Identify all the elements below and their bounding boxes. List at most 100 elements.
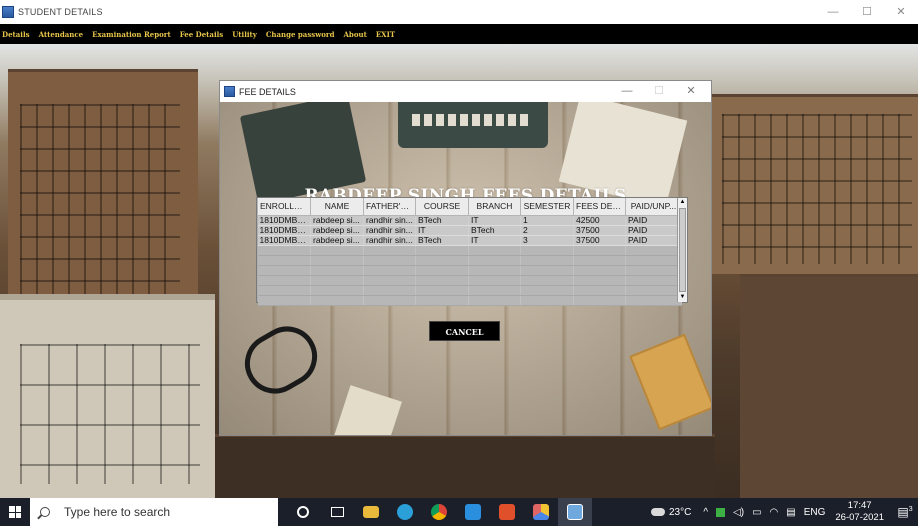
vscode-icon[interactable] bbox=[456, 498, 490, 526]
table-cell: 1 bbox=[520, 215, 574, 226]
table-row[interactable]: 1810DMB4... rabdeep si... randhir sin...… bbox=[257, 225, 682, 236]
table-row[interactable] bbox=[257, 285, 682, 296]
table-row[interactable]: 1810DMB4... rabdeep si... randhir sin...… bbox=[257, 215, 682, 226]
table-cell: IT bbox=[415, 225, 469, 236]
table-cell: randhir sin... bbox=[363, 225, 416, 236]
menu-change-password[interactable]: Change password bbox=[266, 30, 335, 39]
card-decoration bbox=[332, 385, 402, 435]
app-icon[interactable] bbox=[524, 498, 558, 526]
table-cell: PAID bbox=[625, 215, 682, 226]
menu-attendance[interactable]: Attendance bbox=[39, 30, 84, 39]
java-app-icon bbox=[2, 6, 14, 18]
java-app-taskbar-icon[interactable] bbox=[558, 498, 592, 526]
weather-widget[interactable]: 23°C bbox=[651, 507, 691, 518]
menu-examination-report[interactable]: Examination Report bbox=[92, 30, 171, 39]
table-header-row: ENROLLM... NAME FATHER'S ... COURSE BRAN… bbox=[257, 198, 682, 216]
table-cell: rabdeep si... bbox=[310, 225, 364, 236]
typewriter-decoration bbox=[398, 102, 548, 148]
clock-time: 17:47 bbox=[847, 500, 872, 511]
column-header[interactable]: BRANCH bbox=[468, 198, 521, 216]
chevron-up-icon[interactable]: ^ bbox=[703, 507, 708, 518]
menu-utility[interactable]: Utility bbox=[232, 30, 257, 39]
dialog-close-button[interactable]: ✕ bbox=[675, 81, 707, 102]
table-cell: 1810DMB4... bbox=[257, 215, 311, 226]
scroll-up-icon[interactable]: ▲ bbox=[678, 198, 687, 207]
table-cell: BTech bbox=[415, 215, 469, 226]
menu-details[interactable]: Details bbox=[2, 30, 30, 39]
column-header[interactable]: FEES DEP... bbox=[573, 198, 626, 216]
table-row[interactable]: 1810DMB4... rabdeep si... randhir sin...… bbox=[257, 235, 682, 246]
column-header[interactable]: COURSE bbox=[415, 198, 469, 216]
building-windows bbox=[20, 104, 180, 294]
table-cell: IT bbox=[468, 215, 521, 226]
main-window-title: STUDENT DETAILS bbox=[18, 7, 103, 17]
clock[interactable]: 17:47 26-07-2021 bbox=[835, 500, 884, 524]
java-app-icon bbox=[224, 86, 235, 97]
column-header[interactable]: NAME bbox=[310, 198, 364, 216]
table-cell: IT bbox=[468, 235, 521, 246]
table-row[interactable] bbox=[257, 255, 682, 266]
edge-icon[interactable] bbox=[388, 498, 422, 526]
start-button[interactable] bbox=[0, 498, 30, 526]
volume-icon[interactable]: ◁) bbox=[733, 507, 744, 518]
notebook-decoration bbox=[629, 333, 711, 431]
scroll-down-icon[interactable]: ▼ bbox=[678, 293, 687, 302]
maximize-button[interactable]: ☐ bbox=[850, 0, 884, 24]
system-tray: 23°C ^ ◁) ▭ ◠ ▤ ENG 17:47 26-07-2021 ▤3 bbox=[651, 498, 918, 526]
temperature: 23°C bbox=[669, 506, 692, 518]
table-cell: 1810DMB4... bbox=[257, 235, 311, 246]
menu-about[interactable]: About bbox=[344, 30, 367, 39]
table-cell: rabdeep si... bbox=[310, 235, 364, 246]
taskbar-search-box[interactable]: Type here to search bbox=[30, 498, 278, 526]
table-cell: BTech bbox=[415, 235, 469, 246]
cloud-icon bbox=[651, 508, 665, 516]
main-window-titlebar: STUDENT DETAILS — ☐ ✕ bbox=[0, 0, 918, 24]
dialog-title: FEE DETAILS bbox=[239, 86, 296, 97]
cancel-button[interactable]: CANCEL bbox=[429, 321, 500, 341]
task-view-icon[interactable] bbox=[320, 498, 354, 526]
column-header[interactable]: SEMESTER bbox=[520, 198, 574, 216]
chrome-icon[interactable] bbox=[422, 498, 456, 526]
column-header[interactable]: PAID/UNP... bbox=[625, 198, 682, 216]
menu-exit[interactable]: EXIT bbox=[376, 30, 395, 39]
app-tray-icon[interactable] bbox=[716, 507, 726, 517]
dialog-body: RABDEEP SINGH FEES DETAILS ENROLLM... NA… bbox=[220, 102, 711, 435]
taskbar: Type here to search 23°C ^ ◁) ▭ ◠ ▤ ENG … bbox=[0, 498, 918, 526]
building bbox=[215, 434, 715, 498]
battery-icon[interactable]: ▭ bbox=[752, 507, 761, 518]
fees-table[interactable]: ENROLLM... NAME FATHER'S ... COURSE BRAN… bbox=[256, 197, 688, 306]
table-row[interactable] bbox=[257, 295, 682, 306]
table-cell: 37500 bbox=[573, 235, 626, 246]
keyboard-icon[interactable]: ▤ bbox=[786, 507, 795, 518]
table-scrollbar[interactable]: ▲ ▼ bbox=[677, 198, 687, 302]
table-cell: rabdeep si... bbox=[310, 215, 364, 226]
table-cell: BTech bbox=[468, 225, 521, 236]
table-cell: PAID bbox=[625, 225, 682, 236]
fee-details-dialog: FEE DETAILS — ☐ ✕ RABDEEP SINGH FEES DET… bbox=[219, 80, 712, 436]
scrollbar-thumb[interactable] bbox=[679, 208, 686, 292]
building bbox=[740, 274, 918, 498]
column-header[interactable]: FATHER'S ... bbox=[363, 198, 416, 216]
table-row[interactable] bbox=[257, 265, 682, 276]
table-cell: PAID bbox=[625, 235, 682, 246]
wifi-icon[interactable]: ◠ bbox=[770, 507, 779, 518]
office-icon[interactable] bbox=[490, 498, 524, 526]
menu-fee-details[interactable]: Fee Details bbox=[180, 30, 223, 39]
close-button[interactable]: ✕ bbox=[884, 0, 918, 24]
language-indicator[interactable]: ENG bbox=[804, 507, 826, 518]
table-cell: randhir sin... bbox=[363, 235, 416, 246]
clock-date: 26-07-2021 bbox=[835, 512, 884, 523]
windows-logo-icon bbox=[9, 506, 21, 518]
table-cell: randhir sin... bbox=[363, 215, 416, 226]
table-row[interactable] bbox=[257, 275, 682, 286]
dialog-minimize-button[interactable]: — bbox=[611, 81, 643, 102]
glasses-decoration bbox=[233, 315, 329, 405]
table-cell: 37500 bbox=[573, 225, 626, 236]
table-row[interactable] bbox=[257, 245, 682, 256]
column-header[interactable]: ENROLLM... bbox=[257, 198, 311, 216]
minimize-button[interactable]: — bbox=[816, 0, 850, 24]
file-explorer-icon[interactable] bbox=[354, 498, 388, 526]
notification-center-icon[interactable]: ▤3 bbox=[892, 505, 918, 519]
menubar: Details Attendance Examination Report Fe… bbox=[0, 24, 918, 44]
cortana-icon[interactable] bbox=[286, 498, 320, 526]
